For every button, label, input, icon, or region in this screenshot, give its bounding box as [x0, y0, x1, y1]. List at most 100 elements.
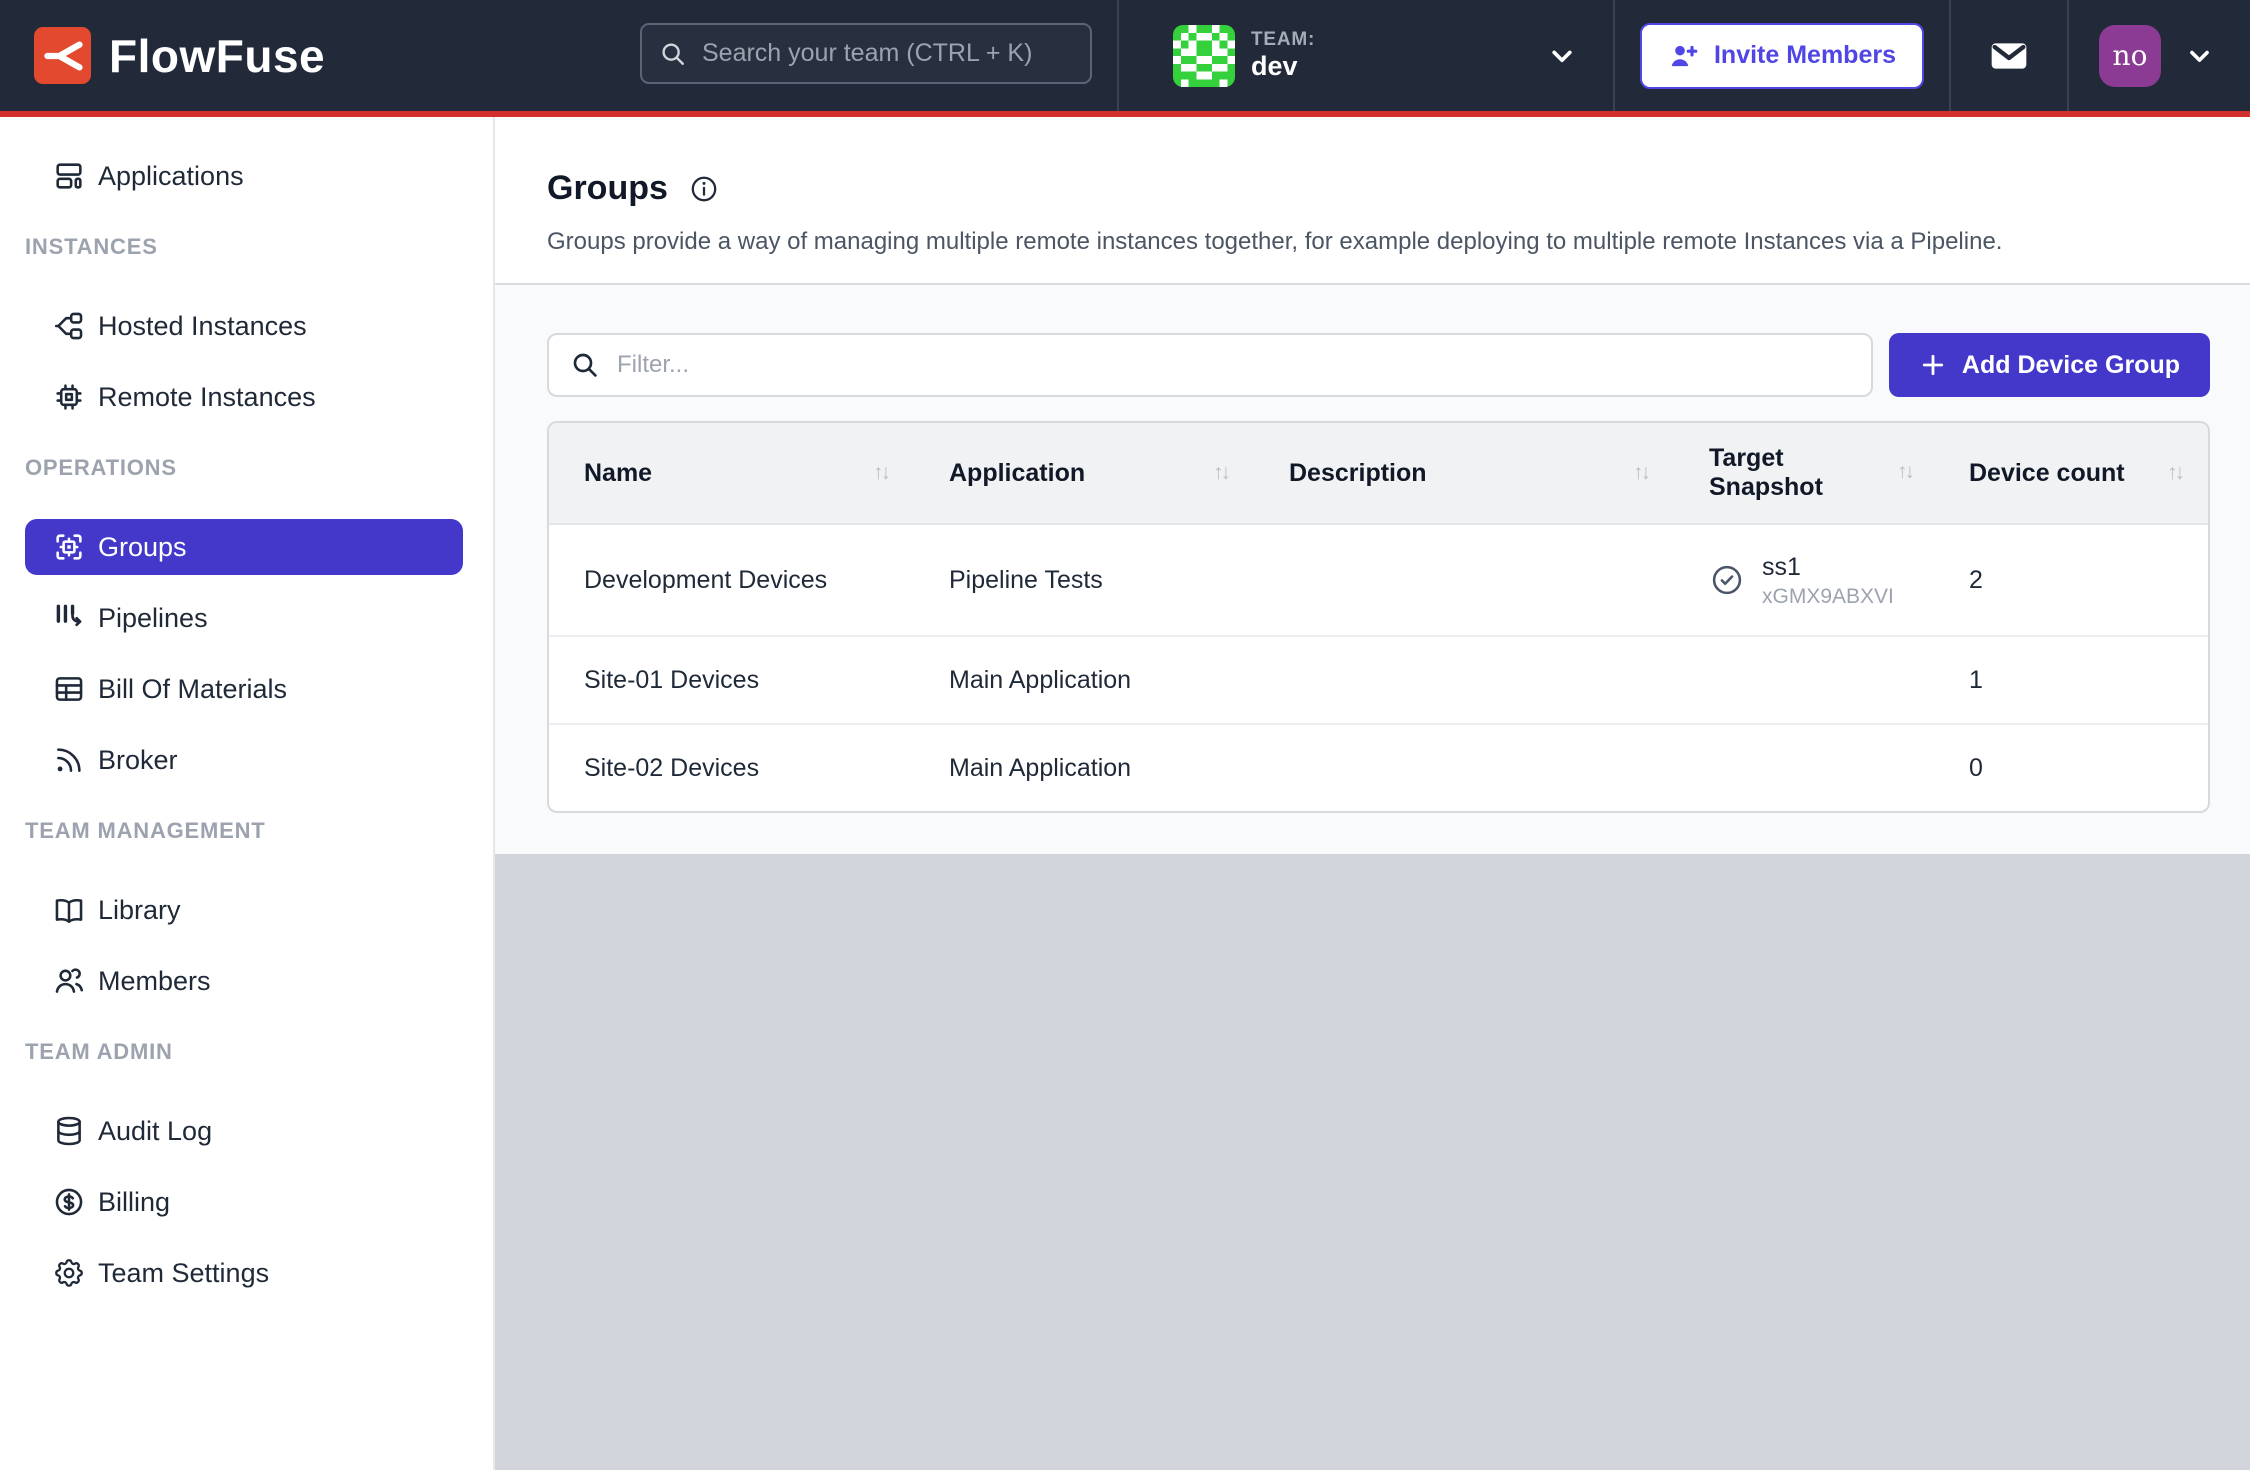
cell-name: Development Devices — [549, 550, 914, 611]
groups-table: Name ↑↓ Application ↑↓ Description ↑↓ — [547, 421, 2210, 813]
team-selector[interactable]: TEAM: dev — [1117, 0, 1613, 111]
cell-application: Pipeline Tests — [914, 550, 1254, 611]
team-search-box — [640, 23, 1092, 84]
remote-instances-icon — [52, 380, 86, 414]
sidebar-item-audit-log[interactable]: Audit Log — [25, 1103, 463, 1159]
sidebar-item-label: Pipelines — [98, 603, 208, 634]
sidebar-item-label: Remote Instances — [98, 382, 316, 413]
table-header-row: Name ↑↓ Application ↑↓ Description ↑↓ — [549, 423, 2208, 525]
team-name: dev — [1251, 51, 1315, 82]
page-body: Add Device Group Name ↑↓ Application ↑↓ — [495, 285, 2250, 854]
notifications-button[interactable] — [1949, 0, 2067, 111]
sidebar-item-hosted-instances[interactable]: Hosted Instances — [25, 298, 463, 354]
filter-input[interactable] — [615, 350, 1851, 380]
sidebar-item-label: Broker — [98, 745, 178, 776]
column-header-description[interactable]: Description ↑↓ — [1254, 459, 1674, 488]
team-settings-icon — [52, 1256, 86, 1290]
toolbar: Add Device Group — [547, 333, 2210, 397]
cell-description — [1254, 752, 1674, 784]
sidebar-item-applications[interactable]: Applications — [25, 148, 463, 204]
cell-target-snapshot — [1674, 664, 1934, 696]
sidebar-item-label: Hosted Instances — [98, 311, 307, 342]
sidebar-item-label: Bill Of Materials — [98, 674, 287, 705]
navbar-right: TEAM: dev Invite Members — [1117, 0, 2250, 111]
snapshot-id: xGMX9ABXVI — [1762, 585, 1894, 609]
brand[interactable]: FlowFuse — [34, 27, 325, 84]
brand-name: FlowFuse — [109, 29, 325, 83]
sidebar-item-label: Team Settings — [98, 1258, 269, 1289]
search-icon — [569, 349, 601, 381]
team-avatar — [1173, 25, 1235, 87]
add-device-group-label: Add Device Group — [1962, 351, 2180, 380]
sort-icon: ↑↓ — [1897, 460, 1912, 484]
cell-name: Site-01 Devices — [549, 650, 914, 711]
cell-device-count: 2 — [1934, 550, 2208, 611]
page-description: Groups provide a way of managing multipl… — [547, 228, 2210, 256]
search-icon — [658, 39, 688, 69]
bill-of-materials-icon — [52, 672, 86, 706]
table-row[interactable]: Site-01 Devices Main Application 1 — [549, 637, 2208, 725]
billing-icon — [52, 1185, 86, 1219]
add-device-group-button[interactable]: Add Device Group — [1889, 333, 2210, 397]
user-menu[interactable]: no — [2067, 0, 2250, 111]
column-header-target-snapshot[interactable]: Target Snapshot ↑↓ — [1674, 444, 1934, 502]
page-title: Groups — [547, 169, 668, 208]
sort-icon: ↑↓ — [2167, 461, 2182, 485]
sidebar-item-label: Library — [98, 895, 181, 926]
envelope-icon — [1986, 36, 2032, 76]
chevron-down-icon — [2183, 39, 2216, 73]
sidebar-item-broker[interactable]: Broker — [25, 732, 463, 788]
sidebar-section-team-management: TEAM MANAGEMENT — [25, 818, 493, 844]
audit-log-icon — [52, 1114, 86, 1148]
column-header-application[interactable]: Application ↑↓ — [914, 459, 1254, 488]
broker-icon — [52, 743, 86, 777]
lower-background — [495, 854, 2250, 1470]
sidebar-item-library[interactable]: Library — [25, 882, 463, 938]
sidebar-item-label: Audit Log — [98, 1116, 212, 1147]
info-icon[interactable] — [688, 173, 720, 205]
cell-application: Main Application — [914, 738, 1254, 799]
sidebar-item-label: Applications — [98, 161, 244, 192]
cell-description — [1254, 564, 1674, 596]
check-circle-icon — [1709, 562, 1745, 598]
filter-box — [547, 333, 1873, 397]
cell-target-snapshot: ss1 xGMX9ABXVI — [1674, 536, 1934, 625]
snapshot-name: ss1 — [1762, 552, 1894, 582]
sort-icon: ↑↓ — [1213, 461, 1228, 485]
pipelines-icon — [52, 601, 86, 635]
sidebar-item-bill-of-materials[interactable]: Bill Of Materials — [25, 661, 463, 717]
column-header-name[interactable]: Name ↑↓ — [549, 459, 914, 488]
invite-members-button[interactable]: Invite Members — [1640, 23, 1924, 89]
user-add-icon — [1668, 40, 1700, 72]
sidebar-item-groups[interactable]: Groups — [25, 519, 463, 575]
sidebar-item-label: Billing — [98, 1187, 170, 1218]
sidebar-item-team-settings[interactable]: Team Settings — [25, 1245, 463, 1301]
cell-device-count: 0 — [1934, 738, 2208, 799]
groups-icon — [52, 530, 86, 564]
applications-icon — [52, 159, 86, 193]
top-navbar: FlowFuse — [0, 0, 2250, 117]
invite-section: Invite Members — [1613, 0, 1949, 111]
sidebar-item-members[interactable]: Members — [25, 953, 463, 1009]
sidebar-item-pipelines[interactable]: Pipelines — [25, 590, 463, 646]
sort-icon: ↑↓ — [1633, 461, 1648, 485]
screen: FlowFuse — [0, 0, 2250, 1470]
sidebar: Applications INSTANCES Hosted Instances … — [0, 117, 495, 1470]
table-row[interactable]: Development Devices Pipeline Tests ss1 — [549, 525, 2208, 637]
sidebar-section-team-admin: TEAM ADMIN — [25, 1039, 493, 1065]
sidebar-item-remote-instances[interactable]: Remote Instances — [25, 369, 463, 425]
members-icon — [52, 964, 86, 998]
table-row[interactable]: Site-02 Devices Main Application 0 — [549, 725, 2208, 811]
user-avatar: no — [2099, 25, 2161, 87]
sidebar-item-label: Members — [98, 966, 211, 997]
hosted-instances-icon — [52, 309, 86, 343]
cell-target-snapshot — [1674, 752, 1934, 784]
cell-application: Main Application — [914, 650, 1254, 711]
sidebar-item-billing[interactable]: Billing — [25, 1174, 463, 1230]
sidebar-section-operations: OPERATIONS — [25, 455, 493, 481]
main-content: Groups Groups provide a way of managing … — [495, 117, 2250, 1470]
team-search-input[interactable] — [700, 38, 1074, 69]
sidebar-item-label: Groups — [98, 532, 187, 563]
sort-icon: ↑↓ — [873, 461, 888, 485]
column-header-device-count[interactable]: Device count ↑↓ — [1934, 459, 2208, 488]
